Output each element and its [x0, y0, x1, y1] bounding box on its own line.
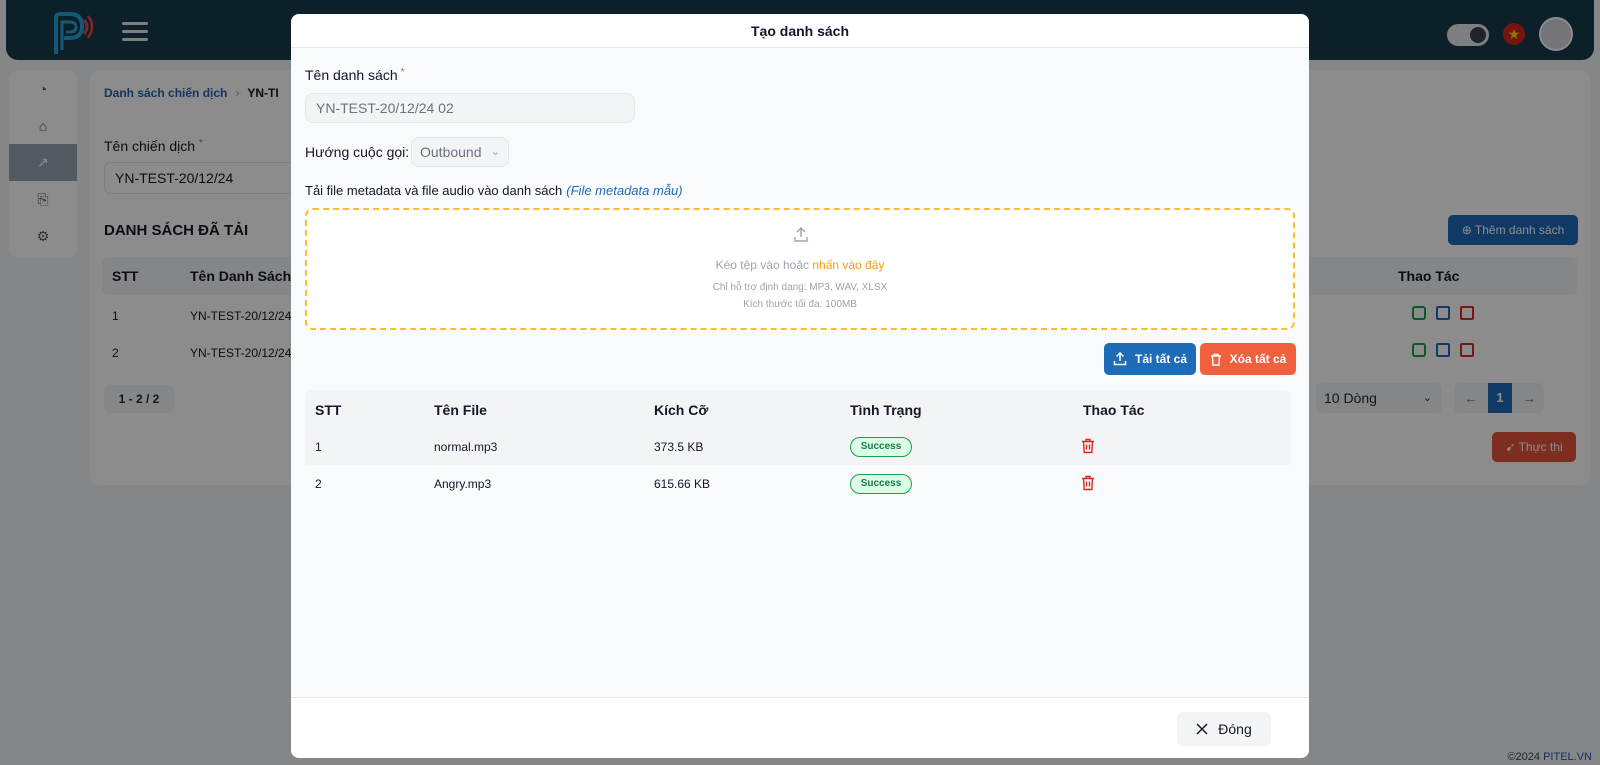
- table-row: 1 normal.mp3 373.5 KB Success: [305, 428, 1291, 465]
- upload-all-label: Tải tất cả: [1134, 352, 1188, 366]
- table-row: 2 Angry.mp3 615.66 KB Success: [305, 465, 1291, 502]
- status-badge: Success: [850, 437, 912, 457]
- status-badge: Success: [850, 474, 912, 494]
- dropzone-drag-text: Kéo tệp vào hoặc: [715, 258, 809, 272]
- required-mark: *: [400, 67, 405, 78]
- uploaded-files-table: STT Tên File Kích Cỡ Tình Trạng Thao Tác…: [305, 390, 1291, 502]
- file-dropzone[interactable]: Kéo tệp vào hoặc nhấn vào đây Chỉ hỗ trợ…: [305, 208, 1295, 330]
- upload-instruction-text: Tải file metadata và file audio vào danh…: [305, 183, 563, 198]
- clear-all-label: Xóa tất cả: [1229, 352, 1287, 366]
- create-list-modal: Tạo danh sách Tên danh sách* Hướng cuộc …: [291, 14, 1309, 758]
- sample-metadata-link[interactable]: (File metadata mẫu): [566, 183, 682, 198]
- col-status: Tình Trạng: [850, 402, 922, 418]
- row-file-name: Angry.mp3: [434, 477, 492, 491]
- list-name-label-text: Tên danh sách: [305, 67, 398, 83]
- row-stt: 2: [315, 477, 322, 491]
- col-actions: Thao Tác: [1083, 402, 1145, 418]
- modal-footer: Đóng: [291, 697, 1309, 758]
- col-stt: STT: [315, 402, 342, 418]
- close-icon: [1196, 723, 1208, 735]
- call-direction-select[interactable]: Outbound ⌄: [411, 137, 509, 167]
- close-button-label: Đóng: [1218, 721, 1252, 737]
- trash-icon[interactable]: [1081, 475, 1095, 491]
- col-file-name: Tên File: [434, 402, 487, 418]
- files-table-header: STT Tên File Kích Cỡ Tình Trạng Thao Tác: [305, 390, 1291, 428]
- row-size: 615.66 KB: [654, 477, 711, 491]
- list-name-label: Tên danh sách *: [305, 67, 405, 83]
- upload-instruction: Tải file metadata và file audio vào danh…: [305, 183, 683, 198]
- row-file-name: normal.mp3: [434, 440, 498, 454]
- row-stt: 1: [315, 440, 322, 454]
- call-direction-value: Outbound: [420, 144, 482, 160]
- clear-all-button[interactable]: Xóa tất cả: [1200, 343, 1296, 375]
- close-button[interactable]: Đóng: [1177, 712, 1271, 746]
- modal-title: Tạo danh sách: [291, 14, 1309, 48]
- upload-all-button[interactable]: Tải tất cả: [1104, 343, 1196, 375]
- dropzone-formats-text: Chỉ hỗ trợ định dạng: MP3, WAV, XLSX: [712, 282, 888, 293]
- dropzone-main-text: Kéo tệp vào hoặc nhấn vào đây: [307, 258, 1293, 272]
- trash-icon: [1210, 353, 1221, 366]
- upload-icon: [1113, 352, 1127, 366]
- dropzone-max-size-text: Kích thước tối đa: 100MB: [743, 299, 857, 310]
- trash-icon[interactable]: [1081, 438, 1095, 454]
- col-size: Kích Cỡ: [654, 402, 709, 418]
- list-name-input[interactable]: [305, 93, 635, 123]
- chevron-down-icon: ⌄: [490, 146, 500, 158]
- call-direction-label: Hướng cuộc gọi:: [305, 144, 410, 160]
- dropzone-click-link[interactable]: nhấn vào đây: [812, 258, 884, 272]
- row-size: 373.5 KB: [654, 440, 704, 454]
- upload-icon: [794, 227, 808, 242]
